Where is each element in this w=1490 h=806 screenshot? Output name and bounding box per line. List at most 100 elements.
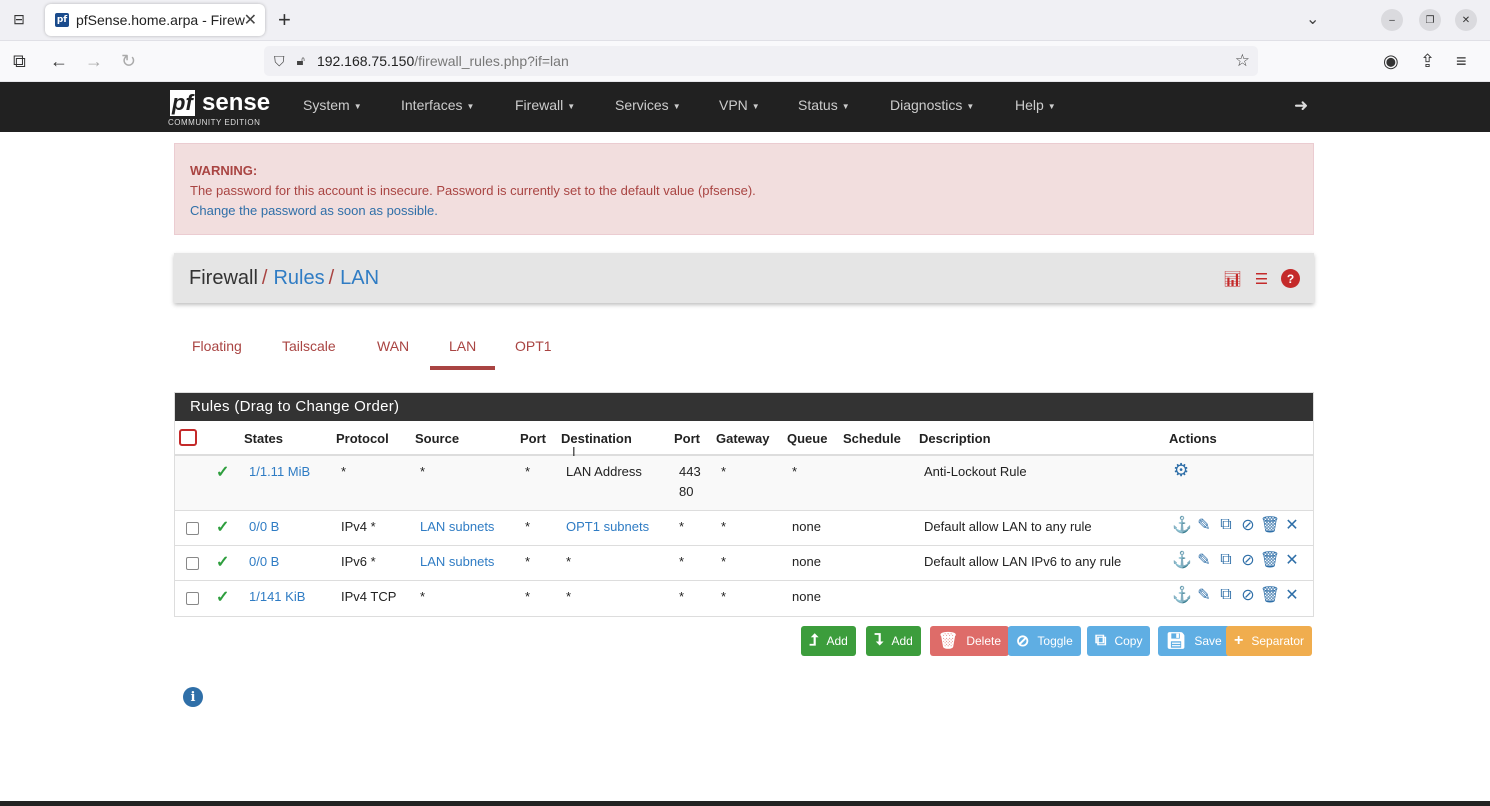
gear-icon[interactable]: ⚙	[1173, 460, 1189, 481]
arrow-up-icon: ⮥	[809, 632, 819, 649]
disable-icon[interactable]: ⊘	[1239, 551, 1257, 569]
copy-icon[interactable]: ⧉	[1217, 586, 1235, 604]
save-button[interactable]: 💾︎ Save	[1158, 626, 1230, 656]
close-window-icon[interactable]: ✕	[1455, 9, 1477, 31]
trash-icon[interactable]: 🗑︎	[1260, 551, 1280, 569]
rule-source[interactable]: LAN subnets	[420, 554, 494, 569]
menu-vpn[interactable]: VPN ▼	[719, 97, 760, 113]
new-tab-icon[interactable]: +	[278, 7, 291, 33]
table-row[interactable]: ✓ 1/1.11 MiB * * * LAN Address 443 80 * …	[175, 456, 1313, 511]
panel-title: Rules (Drag to Change Order)	[175, 393, 1313, 421]
chart-icon[interactable]: 📊︎	[1223, 269, 1242, 288]
select-all-checkbox[interactable]	[179, 429, 197, 446]
forward-icon[interactable]: →	[85, 51, 103, 72]
disable-icon[interactable]: ⊘	[1239, 516, 1257, 534]
menu-status[interactable]: Status ▼	[798, 97, 850, 113]
rule-protocol: IPv4 *	[341, 519, 376, 534]
plus-icon: +	[1234, 632, 1244, 649]
menu-firewall[interactable]: Firewall ▼	[515, 97, 575, 113]
tab-list-icon[interactable]: ⊟	[8, 9, 30, 29]
trash-icon[interactable]: 🗑︎	[1260, 586, 1280, 604]
add-rule-top-button[interactable]: ⮥ Add	[801, 626, 856, 656]
table-row[interactable]: ✓ 1/141 KiB IPv4 TCP * * * * * none ⚓ ✎ …	[175, 581, 1313, 616]
anchor-icon[interactable]: ⚓	[1172, 586, 1192, 604]
close-icon[interactable]: ✕	[1283, 586, 1301, 604]
chevron-down-icon[interactable]: ⌄	[1306, 9, 1319, 29]
rule-destination: *	[566, 589, 572, 604]
copy-icon: ⧉	[1095, 632, 1107, 649]
browser-nav-bar: ⧉ ← → ↻ ⛉ 🔓︎ 192.168.75.150/firewall_rul…	[0, 41, 1490, 82]
tab-lan[interactable]: LAN	[449, 338, 476, 354]
menu-diagnostics[interactable]: Diagnostics ▼	[890, 97, 974, 113]
rule-destination: *	[566, 554, 572, 569]
edit-pencil-icon[interactable]: ✎	[1195, 551, 1213, 569]
copy-icon[interactable]: ⧉	[1217, 516, 1235, 534]
menu-services[interactable]: Services ▼	[615, 97, 681, 113]
minimize-icon[interactable]: –	[1381, 9, 1403, 31]
rule-protocol: IPv6 *	[341, 554, 376, 569]
anchor-icon[interactable]: ⚓	[1172, 551, 1192, 569]
info-icon[interactable]: i	[183, 687, 203, 707]
restore-icon[interactable]: ❐	[1419, 9, 1441, 31]
toggle-button[interactable]: ⊘ Toggle	[1008, 626, 1081, 656]
edit-pencil-icon[interactable]: ✎	[1195, 586, 1213, 604]
add-rule-bottom-button[interactable]: ⮧ Add	[866, 626, 921, 656]
extensions-icon[interactable]: ⇪	[1420, 51, 1435, 72]
browser-tab[interactable]: pf pfSense.home.arpa - Firew ✕	[45, 4, 265, 36]
rule-queue: *	[792, 464, 798, 479]
list-icon[interactable]: ☰	[1252, 269, 1271, 288]
separator-button[interactable]: + Separator	[1226, 626, 1313, 656]
rule-states[interactable]: 0/0 B	[249, 519, 279, 534]
rule-source[interactable]: LAN subnets	[420, 519, 494, 534]
reload-icon[interactable]: ↻	[121, 51, 136, 72]
disable-icon[interactable]: ⊘	[1239, 586, 1257, 604]
menu-interfaces[interactable]: Interfaces ▼	[401, 97, 474, 113]
pfsense-logo[interactable]: pf sense COMMUNITY EDITION	[168, 88, 278, 128]
row-checkbox[interactable]	[186, 592, 199, 605]
table-row[interactable]: ✓ 0/0 B IPv4 * LAN subnets * OPT1 subnet…	[175, 511, 1313, 546]
help-icon[interactable]: ?	[1281, 269, 1300, 288]
close-icon[interactable]: ✕	[1283, 551, 1301, 569]
breadcrumb-lan[interactable]: LAN	[340, 267, 379, 290]
password-warning-alert: WARNING: The password for this account i…	[174, 143, 1314, 235]
bookmark-star-icon[interactable]: ☆	[1235, 51, 1250, 71]
rule-states[interactable]: 1/1.11 MiB	[249, 464, 310, 479]
account-icon[interactable]: ◉	[1383, 51, 1399, 72]
delete-button[interactable]: 🗑︎ Delete	[930, 626, 1009, 656]
menu-help[interactable]: Help ▼	[1015, 97, 1056, 113]
url-bar[interactable]: ⛉ 🔓︎ 192.168.75.150/firewall_rules.php?i…	[264, 46, 1258, 76]
row-checkbox[interactable]	[186, 557, 199, 570]
url-text[interactable]: 192.168.75.150/firewall_rules.php?if=lan	[317, 53, 569, 69]
edit-pencil-icon[interactable]: ✎	[1195, 516, 1213, 534]
copy-button[interactable]: ⧉ Copy	[1087, 626, 1151, 656]
breadcrumb-rules[interactable]: Rules	[273, 267, 324, 290]
col-source: Source	[415, 431, 460, 446]
rule-destination[interactable]: OPT1 subnets	[566, 519, 649, 534]
trash-icon[interactable]: 🗑︎	[1260, 516, 1280, 534]
tab-tailscale[interactable]: Tailscale	[282, 338, 336, 354]
menu-system[interactable]: System ▼	[303, 97, 362, 113]
rule-states[interactable]: 1/141 KiB	[249, 589, 305, 604]
back-icon[interactable]: ←	[50, 51, 68, 72]
change-password-link[interactable]: Change the password as soon as possible.	[190, 201, 1298, 221]
rule-dport: 443	[679, 464, 701, 479]
copy-icon[interactable]: ⧉	[1217, 551, 1235, 569]
lock-icon[interactable]: 🔓︎	[297, 53, 305, 69]
col-queue: Queue	[787, 431, 828, 446]
hamburger-menu-icon[interactable]: ≡	[1456, 51, 1467, 72]
row-checkbox[interactable]	[186, 522, 199, 535]
tab-wan[interactable]: WAN	[377, 338, 409, 354]
tab-floating[interactable]: Floating	[192, 338, 242, 354]
shield-icon[interactable]: ⛉	[274, 53, 285, 70]
close-icon[interactable]: ✕	[1283, 516, 1301, 534]
sidebar-icon[interactable]: ⧉	[13, 51, 26, 72]
tab-opt1[interactable]: OPT1	[515, 338, 552, 354]
anchor-icon[interactable]: ⚓	[1172, 516, 1192, 534]
enabled-check-icon: ✓	[216, 464, 230, 481]
rule-states[interactable]: 0/0 B	[249, 554, 279, 569]
close-tab-icon[interactable]: ✕	[244, 10, 257, 30]
logout-icon[interactable]: ➜	[1294, 96, 1308, 116]
rule-sport: *	[525, 589, 531, 604]
rule-queue: none	[792, 554, 821, 569]
table-row[interactable]: ✓ 0/0 B IPv6 * LAN subnets * * * * none …	[175, 546, 1313, 581]
